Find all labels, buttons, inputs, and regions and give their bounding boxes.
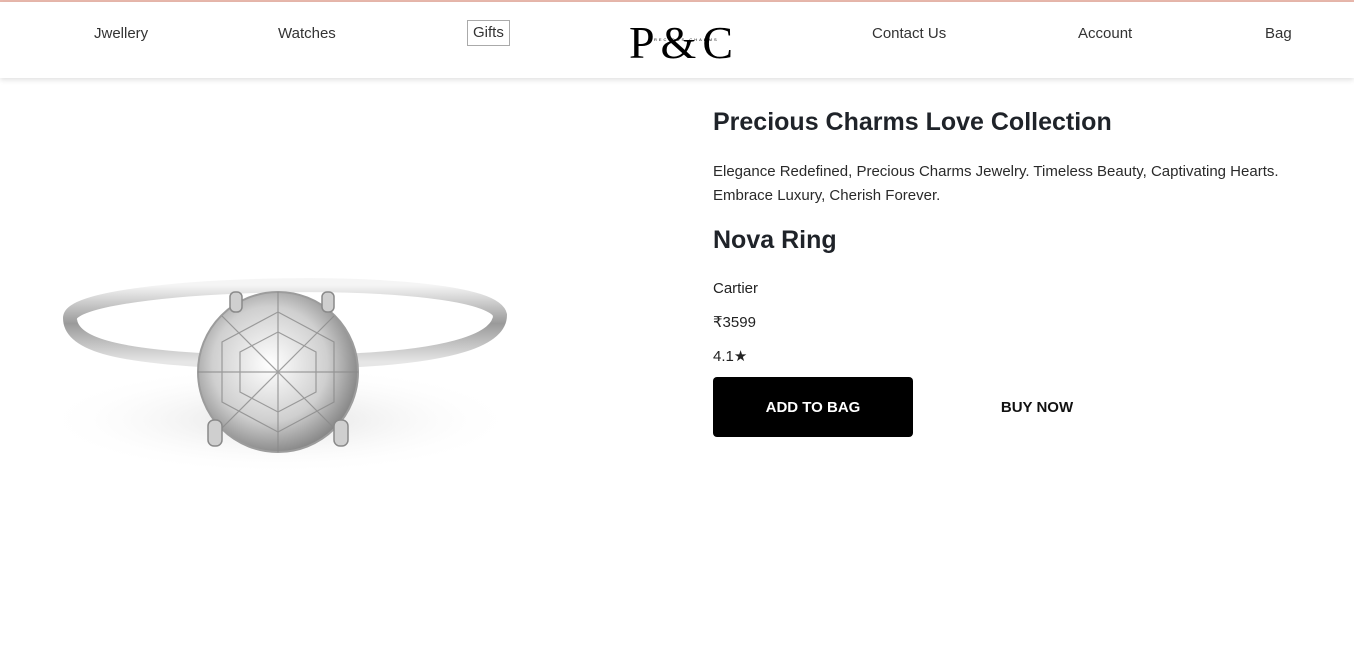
brand-logo[interactable]: P&C PRECIOUS CHARMS [620, 17, 748, 68]
logo-subtext: PRECIOUS CHARMS [649, 37, 718, 42]
nav-link-account[interactable]: Account [1078, 24, 1132, 44]
add-to-bag-button[interactable]: ADD TO BAG [713, 377, 913, 437]
diamond-ring-icon [40, 278, 520, 475]
collection-title: Precious Charms Love Collection [713, 108, 1112, 136]
product-brand: Cartier [713, 279, 759, 297]
product-image [30, 240, 540, 500]
nav-link-gifts[interactable]: Gifts [467, 20, 510, 46]
logo-mark: P&C PRECIOUS CHARMS [629, 17, 733, 68]
product-price: ₹3599 [713, 313, 756, 331]
product-rating: 4.1★ [713, 347, 748, 365]
nav-link-watches[interactable]: Watches [278, 24, 336, 44]
navbar: Jwellery Watches Gifts P&C PRECIOUS CHAR… [0, 2, 1354, 78]
collection-tagline: Elegance Redefined, Precious Charms Jewe… [713, 163, 1279, 204]
nav-link-bag[interactable]: Bag [1265, 24, 1292, 44]
product-details: Precious Charms Love Collection Elegance… [713, 104, 1313, 437]
buy-now-button[interactable]: BUY NOW [937, 377, 1137, 437]
product-name: Nova Ring [713, 226, 837, 254]
nav-link-jewellery[interactable]: Jwellery [94, 24, 148, 44]
action-buttons: ADD TO BAG BUY NOW [713, 377, 1313, 437]
nav-link-contact-us[interactable]: Contact Us [872, 24, 946, 44]
